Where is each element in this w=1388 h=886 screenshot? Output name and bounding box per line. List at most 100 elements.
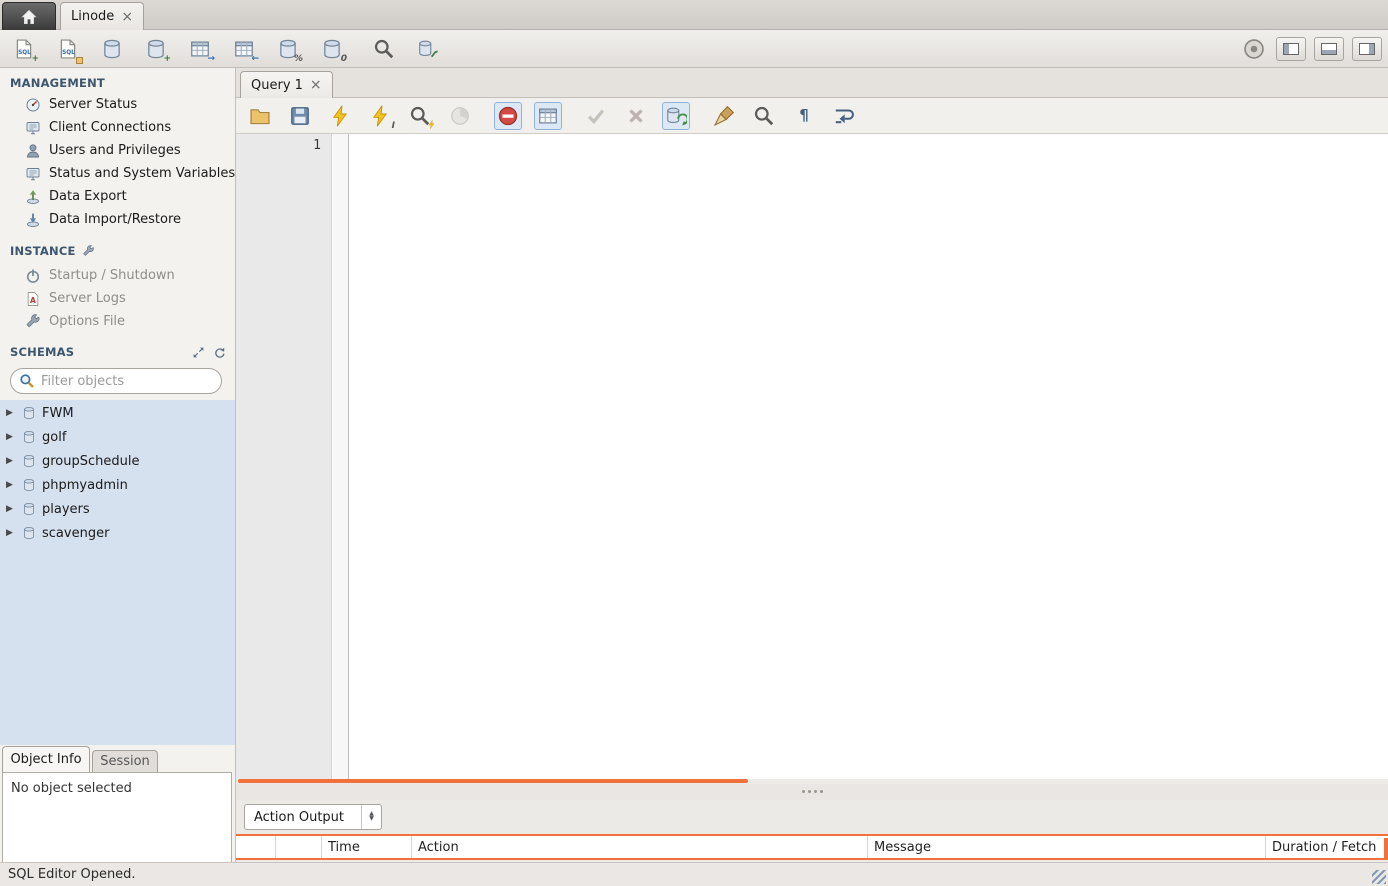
output-vscrollbar-thumb[interactable] [1384, 838, 1388, 858]
status-message: SQL Editor Opened. [8, 867, 136, 882]
line-number-gutter: 1 [236, 134, 332, 779]
expand-schemas-icon[interactable] [192, 346, 205, 359]
management-section-title: MANAGEMENT [10, 76, 105, 90]
create-procedure-button[interactable]: % [274, 35, 302, 63]
right-panel-icon [1359, 43, 1375, 55]
save-script-button[interactable] [286, 102, 314, 130]
stop-on-error-toggle[interactable] [494, 102, 522, 130]
resize-grip-icon[interactable] [1372, 870, 1386, 884]
tab-session[interactable]: Session [92, 750, 158, 772]
output-col-time[interactable]: Time [322, 836, 412, 858]
chevron-right-icon[interactable]: ▶ [6, 432, 16, 442]
stop-query-button[interactable] [446, 102, 474, 130]
update-notifier-button[interactable] [1240, 35, 1268, 63]
server-logs-icon [25, 291, 41, 307]
line-number: 1 [313, 138, 321, 153]
output-type-select[interactable]: Action Output ▲ ▼ [244, 804, 382, 830]
schema-filter-input[interactable] [41, 374, 213, 389]
home-tab[interactable] [2, 2, 56, 30]
connection-tab[interactable]: Linode × [60, 2, 144, 30]
database-icon [22, 454, 36, 468]
schema-row-groupschedule[interactable]: ▶ groupSchedule [0, 449, 235, 473]
pilcrow-icon: ¶ [799, 108, 809, 123]
create-view-button[interactable]: ← [230, 35, 258, 63]
schema-row-phpmyadmin[interactable]: ▶ phpmyadmin [0, 473, 235, 497]
schema-row-golf[interactable]: ▶ golf [0, 425, 235, 449]
create-function-button[interactable]: 0 [318, 35, 346, 63]
output-col-action[interactable]: Action [412, 836, 868, 858]
close-icon[interactable]: × [310, 78, 322, 92]
create-schema-button[interactable]: + [142, 35, 170, 63]
execute-button[interactable] [326, 102, 354, 130]
schema-tree: ▶ FWM ▶ golf ▶ groupSchedule ▶ phpmyadmi… [0, 400, 235, 745]
sidebar-item-server-status[interactable]: Server Status [0, 93, 236, 116]
stepper-icon[interactable]: ▲ ▼ [361, 805, 381, 829]
output-col-message[interactable]: Message [868, 836, 1266, 858]
folder-badge-icon [76, 57, 83, 64]
output-panel-bar: Action Output ▲ ▼ [236, 800, 1388, 834]
sidebar-item-system-variables[interactable]: Status and System Variables [0, 162, 236, 185]
autocommit-toggle[interactable] [662, 102, 690, 130]
editor-hscrollbar-thumb[interactable] [238, 779, 748, 783]
toggle-output-panel-button[interactable] [1314, 37, 1344, 61]
save-icon [289, 105, 311, 127]
toggle-left-sidebar-button[interactable] [1276, 37, 1306, 61]
sidebar-item-data-import[interactable]: Data Import/Restore [0, 208, 236, 231]
sql-editor-toolbar: I ¶ [236, 98, 1388, 134]
execute-current-icon [369, 105, 391, 127]
open-sql-script-button[interactable] [54, 35, 82, 63]
sidebar-item-server-logs[interactable]: Server Logs [0, 287, 236, 310]
reconnect-dbms-button[interactable] [414, 35, 442, 63]
schema-row-scavenger[interactable]: ▶ scavenger [0, 521, 235, 545]
splitter-grip-icon[interactable] [802, 790, 823, 793]
chevron-right-icon[interactable]: ▶ [6, 456, 16, 466]
output-col-status[interactable] [276, 836, 322, 858]
chevron-right-icon[interactable]: ▶ [6, 408, 16, 418]
startup-shutdown-icon [25, 268, 41, 284]
output-col-duration[interactable]: Duration / Fetch [1266, 836, 1388, 858]
close-icon[interactable]: × [121, 10, 133, 24]
status-bar: SQL Editor Opened. [0, 862, 1388, 886]
open-script-button[interactable] [246, 102, 274, 130]
database-icon [22, 526, 36, 540]
wrap-text-toggle[interactable] [830, 102, 858, 130]
options-file-icon [25, 314, 41, 330]
chevron-right-icon[interactable]: ▶ [6, 528, 16, 538]
stop-icon [449, 105, 471, 127]
sidebar-item-startup-shutdown[interactable]: Startup / Shutdown [0, 264, 236, 287]
result-grid-toggle[interactable] [534, 102, 562, 130]
chevron-right-icon[interactable]: ▶ [6, 480, 16, 490]
sidebar-item-options-file[interactable]: Options File [0, 310, 236, 333]
update-notifier-icon [1243, 38, 1265, 60]
create-table-button[interactable]: → [186, 35, 214, 63]
tab-object-info[interactable]: Object Info [2, 746, 90, 772]
output-col-index[interactable] [236, 836, 276, 858]
sidebar-item-users-privileges[interactable]: Users and Privileges [0, 139, 236, 162]
home-icon [20, 8, 38, 26]
sql-editor[interactable]: 1 [236, 134, 1388, 779]
schemata-button[interactable] [98, 35, 126, 63]
query-tab[interactable]: Query 1 × [240, 71, 333, 98]
search-table-data-button[interactable] [370, 35, 398, 63]
execute-current-statement-button[interactable]: I [366, 102, 394, 130]
find-button[interactable] [750, 102, 778, 130]
schema-row-fwm[interactable]: ▶ FWM [0, 401, 235, 425]
sidebar-item-data-export[interactable]: Data Export [0, 185, 236, 208]
result-grid-icon [537, 105, 559, 127]
rollback-button[interactable] [622, 102, 650, 130]
sidebar-item-client-connections[interactable]: Client Connections [0, 116, 236, 139]
find-icon [753, 105, 775, 127]
beautify-button[interactable] [710, 102, 738, 130]
output-splitter[interactable] [236, 784, 1388, 800]
execute-icon [329, 105, 351, 127]
explain-button[interactable] [406, 102, 434, 130]
toggle-right-sidebar-button[interactable] [1352, 37, 1382, 61]
commit-button[interactable] [582, 102, 610, 130]
new-query-tab-button[interactable]: + [10, 35, 38, 63]
schema-row-players[interactable]: ▶ players [0, 497, 235, 521]
invisible-characters-toggle[interactable]: ¶ [790, 102, 818, 130]
chevron-right-icon[interactable]: ▶ [6, 504, 16, 514]
refresh-schemas-icon[interactable] [213, 346, 226, 359]
info-tab-bar: Object Info Session [0, 745, 235, 772]
beautify-icon [713, 105, 735, 127]
